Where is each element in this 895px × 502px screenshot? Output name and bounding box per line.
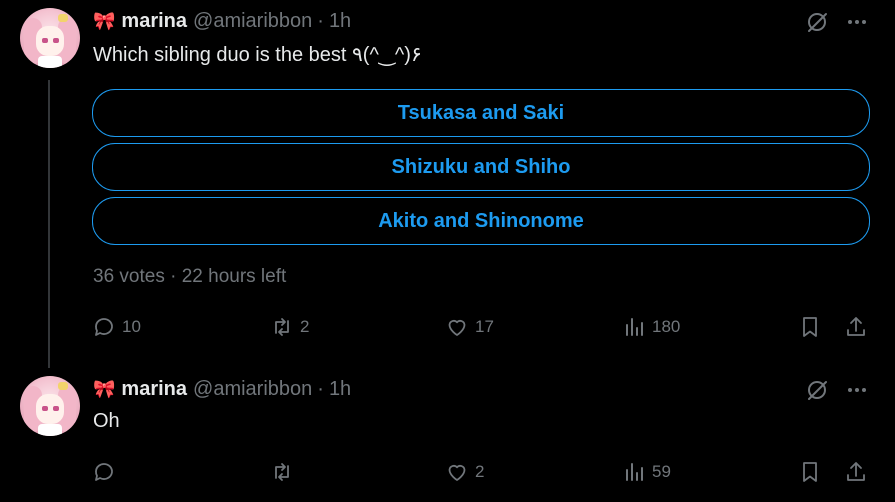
tweet-header: 🎀 marina @amiaribbon · 1h: [93, 377, 351, 401]
separator-dot: ·: [317, 9, 324, 32]
retweet-button[interactable]: 2: [270, 313, 309, 341]
grok-icon[interactable]: [805, 378, 829, 402]
thread-line: [48, 80, 50, 368]
analytics-icon: [626, 463, 643, 481]
reply-icon: [95, 463, 113, 481]
analytics-icon: [626, 318, 643, 336]
more-icon[interactable]: [845, 378, 869, 402]
avatar[interactable]: [20, 8, 80, 68]
tweet[interactable]: 🎀 marina @amiaribbon · 1h Oh 2 59: [0, 368, 895, 502]
poll-option[interactable]: Shizuku and Shiho: [92, 143, 870, 191]
reply-count: 10: [122, 317, 141, 336]
like-count: 17: [475, 317, 494, 336]
user-handle[interactable]: @amiaribbon: [193, 378, 312, 401]
tweet-text: Oh: [93, 410, 120, 432]
heart-icon: [448, 464, 466, 481]
views-button[interactable]: 59: [622, 458, 671, 486]
share-icon: [847, 317, 865, 336]
avatar[interactable]: [20, 376, 80, 436]
display-name[interactable]: marina: [121, 10, 187, 33]
grok-icon[interactable]: [805, 10, 829, 34]
more-icon[interactable]: [845, 10, 869, 34]
tweet[interactable]: 🎀 marina @amiaribbon · 1h Which sibling …: [0, 0, 895, 368]
bookmark-icon: [803, 317, 817, 337]
view-count: 180: [652, 317, 681, 336]
bow-emoji: 🎀: [93, 378, 116, 399]
poll-option[interactable]: Tsukasa and Saki: [92, 89, 870, 137]
tweet-header: 🎀 marina @amiaribbon · 1h: [93, 9, 351, 33]
like-count: 2: [475, 462, 485, 481]
share-icon: [847, 462, 865, 481]
share-button[interactable]: [844, 458, 874, 486]
poll-meta: 36 votes · 22 hours left: [93, 266, 287, 287]
like-button[interactable]: 2: [445, 458, 484, 486]
retweet-button[interactable]: [270, 458, 300, 486]
view-count: 59: [652, 462, 671, 481]
bookmark-icon: [803, 462, 817, 482]
timestamp[interactable]: 1h: [329, 10, 351, 33]
bookmark-button[interactable]: [798, 313, 828, 341]
retweet-icon: [275, 463, 289, 481]
views-button[interactable]: 180: [622, 313, 680, 341]
timestamp[interactable]: 1h: [329, 378, 351, 401]
bookmark-button[interactable]: [798, 458, 828, 486]
retweet-icon: [275, 318, 289, 336]
bow-emoji: 🎀: [93, 10, 116, 31]
display-name[interactable]: marina: [121, 378, 187, 401]
heart-icon: [448, 319, 466, 336]
user-handle[interactable]: @amiaribbon: [193, 10, 312, 33]
action-bar: 10 2 17 180: [92, 313, 872, 341]
poll-option[interactable]: Akito and Shinonome: [92, 197, 870, 245]
separator-dot: ·: [317, 377, 324, 400]
retweet-count: 2: [300, 317, 310, 336]
reply-button[interactable]: [92, 458, 122, 486]
tweet-text: Which sibling duo is the best ٩(^‿^)۶: [93, 44, 422, 66]
action-bar: 2 59: [92, 458, 872, 486]
reply-icon: [95, 318, 113, 336]
reply-button[interactable]: 10: [92, 313, 141, 341]
like-button[interactable]: 17: [445, 313, 494, 341]
share-button[interactable]: [844, 313, 874, 341]
